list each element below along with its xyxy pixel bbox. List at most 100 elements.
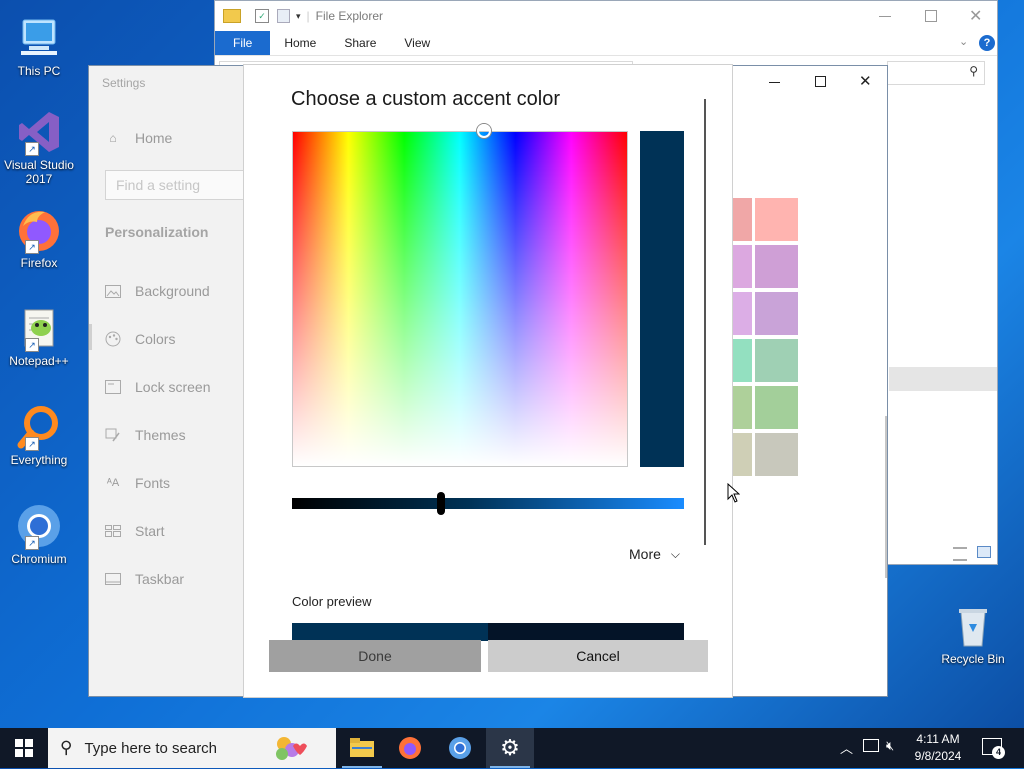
palette-icon <box>105 331 121 347</box>
quick-access-dropdown-icon[interactable]: ▾ <box>296 11 301 22</box>
more-toggle[interactable]: More ⌵ <box>629 546 680 562</box>
done-label: Done <box>358 648 392 664</box>
desktop-icon-notepadpp[interactable]: ↗ Notepad++ <box>4 298 74 386</box>
taskbar-firefox[interactable] <box>386 728 434 768</box>
desktop-icon-this-pc[interactable]: This PC <box>4 8 74 96</box>
taskbar-icon <box>105 571 121 587</box>
settings-maximize-icon[interactable] <box>815 76 826 87</box>
swatch[interactable] <box>733 339 752 382</box>
settings-sidebar: Settings ⌂ Home Find a setting Personali… <box>89 66 245 696</box>
cancel-button[interactable]: Cancel <box>488 640 708 672</box>
swatch[interactable] <box>755 339 798 382</box>
swatch[interactable] <box>733 245 752 288</box>
taskbar-file-explorer[interactable] <box>338 728 386 768</box>
swatch[interactable] <box>755 245 798 288</box>
tab-view[interactable]: View <box>390 31 444 55</box>
notepadpp-icon: ↗ <box>15 304 63 352</box>
desktop-icon-chromium[interactable]: ↗ Chromium <box>4 496 74 584</box>
nav-fonts[interactable]: ᴬA Fonts <box>105 471 245 495</box>
computer-icon <box>15 14 63 62</box>
volume-muted-icon[interactable]: 🔇︎ <box>886 738 894 754</box>
search-highlight-icon <box>270 732 310 764</box>
settings-minimize-icon[interactable] <box>769 82 780 83</box>
taskbar-search-placeholder: Type here to search <box>84 739 218 757</box>
color-preview-light <box>292 623 488 641</box>
lock-screen-icon <box>105 379 121 395</box>
nav-background[interactable]: Background <box>105 279 245 303</box>
nav-taskbar[interactable]: Taskbar <box>105 567 245 591</box>
done-button[interactable]: Done <box>269 640 481 672</box>
color-picker-handle[interactable] <box>477 124 491 138</box>
tab-file[interactable]: File <box>215 31 271 55</box>
taskbar-search-box[interactable]: ⚲ Type here to search <box>48 728 336 768</box>
taskbar-settings[interactable]: ⚙ <box>486 728 534 768</box>
folder-icon <box>223 9 241 23</box>
nav-selected-indicator <box>89 324 92 350</box>
nav-lock-screen-label: Lock screen <box>135 379 211 395</box>
everything-search-icon: ↗ <box>15 403 63 451</box>
find-setting-input[interactable]: Find a setting <box>105 170 245 200</box>
nav-background-label: Background <box>135 283 210 299</box>
desktop-icon-label: Chromium <box>11 552 67 566</box>
swatch[interactable] <box>755 433 798 476</box>
desktop-icon-firefox[interactable]: ↗ Firefox <box>4 200 74 288</box>
swatch[interactable] <box>733 292 752 335</box>
nav-lock-screen[interactable]: Lock screen <box>105 375 245 399</box>
show-hidden-icons-chevron-icon[interactable]: ︿ <box>840 738 853 757</box>
desktop-icon-label: Recycle Bin <box>941 652 1005 666</box>
maximize-icon[interactable] <box>925 10 937 22</box>
visual-studio-icon: ↗ <box>15 108 63 156</box>
settings-scrollbar[interactable] <box>885 416 887 578</box>
windows-logo-icon <box>15 739 33 757</box>
tab-home[interactable]: Home <box>270 31 330 55</box>
nav-themes[interactable]: Themes <box>105 423 245 447</box>
taskbar: ⚲ Type here to search ⚙ ︿ 🔇︎ 4:11 AM 9/8… <box>0 728 1024 768</box>
details-view-icon[interactable] <box>953 547 967 561</box>
new-folder-icon[interactable] <box>277 9 290 23</box>
desktop-icon-recycle-bin[interactable]: Recycle Bin <box>938 596 1008 684</box>
color-spectrum[interactable] <box>292 124 628 467</box>
tab-share[interactable]: Share <box>330 31 390 55</box>
file-explorer-titlebar[interactable]: ✓ ▾ | File Explorer ✕ <box>215 1 997 31</box>
swatch[interactable] <box>733 433 752 476</box>
nav-start-label: Start <box>135 523 165 539</box>
settings-close-icon[interactable]: ✕ <box>859 72 872 90</box>
taskbar-chromium[interactable] <box>436 728 484 768</box>
ribbon-expand-icon[interactable]: ⌄ <box>959 35 968 48</box>
large-icons-view-icon[interactable] <box>977 546 991 558</box>
folder-icon <box>350 738 374 757</box>
desktop-icon-everything[interactable]: ↗ Everything <box>4 397 74 485</box>
nav-fonts-label: Fonts <box>135 475 171 491</box>
swatch[interactable] <box>755 292 798 335</box>
ribbon-tabs: File Home Share View ⌄ ? <box>215 31 997 56</box>
swatch[interactable] <box>755 386 798 429</box>
chevron-down-icon: ⌵ <box>670 546 681 561</box>
properties-icon[interactable]: ✓ <box>255 9 269 23</box>
nav-home-label: Home <box>135 130 173 146</box>
minimize-icon[interactable] <box>879 16 891 17</box>
search-box[interactable]: ⚲ <box>887 61 985 85</box>
nav-colors-label: Colors <box>135 331 176 347</box>
notification-count-badge: 4 <box>992 746 1005 759</box>
file-list-selected-row[interactable] <box>889 367 997 391</box>
nav-home[interactable]: ⌂ Home <box>105 126 245 150</box>
start-button[interactable] <box>0 728 48 768</box>
home-icon: ⌂ <box>109 131 117 145</box>
close-icon[interactable]: ✕ <box>969 6 982 26</box>
nav-start[interactable]: Start <box>105 519 245 543</box>
clock[interactable]: 4:11 AM 9/8/2024 <box>906 731 970 765</box>
nav-themes-label: Themes <box>135 427 186 443</box>
dialog-scrollbar[interactable] <box>704 99 706 545</box>
swatch[interactable] <box>733 198 752 241</box>
picture-icon <box>105 283 121 299</box>
brightness-slider[interactable] <box>292 492 684 515</box>
nav-colors[interactable]: Colors <box>105 327 245 351</box>
swatch[interactable] <box>755 198 798 241</box>
notification-center-button[interactable]: 4 <box>982 738 1005 759</box>
swatch[interactable] <box>733 386 752 429</box>
help-icon[interactable]: ? <box>979 35 995 51</box>
network-icon[interactable] <box>863 739 879 752</box>
brightness-slider-thumb[interactable] <box>436 492 445 515</box>
cancel-label: Cancel <box>576 648 620 664</box>
desktop-icon-visual-studio[interactable]: ↗ Visual Studio 2017 <box>4 102 74 190</box>
